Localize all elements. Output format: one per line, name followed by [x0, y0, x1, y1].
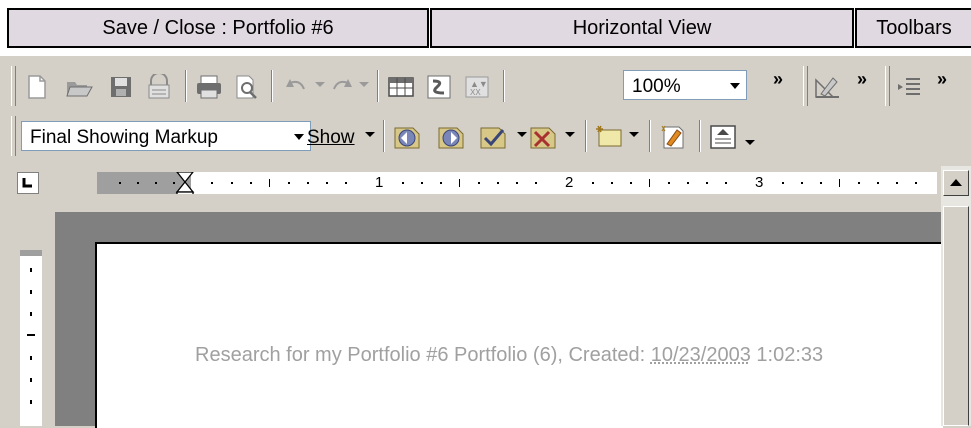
ruler-number: 1: [375, 174, 384, 191]
drawing-icon[interactable]: [813, 73, 841, 101]
accept-change-icon[interactable]: [479, 123, 507, 151]
undo-icon[interactable]: [283, 73, 311, 101]
comment-dropdown-arrow[interactable]: [629, 132, 639, 137]
scrollbar-thumb[interactable]: [943, 206, 969, 426]
permission-icon[interactable]: [145, 73, 173, 101]
previous-change-icon[interactable]: [393, 123, 421, 151]
scroll-up-button[interactable]: [943, 170, 969, 196]
save-close-button[interactable]: Save / Close : Portfolio #6: [7, 8, 429, 48]
header-date[interactable]: 10/23/2003: [651, 344, 751, 366]
document-page[interactable]: Research for my Portfolio #6 Portfolio (…: [95, 242, 943, 428]
show-dropdown-arrow[interactable]: [365, 132, 375, 137]
zoom-dropdown[interactable]: 100%: [623, 70, 747, 100]
ruler-number: 3: [755, 174, 764, 191]
zoom-value: 100%: [632, 76, 681, 97]
accept-dropdown-arrow[interactable]: [517, 132, 527, 137]
reviewing-pane-dropdown-arrow[interactable]: [745, 140, 755, 145]
toolbars-button[interactable]: Toolbars: [855, 8, 971, 48]
vertical-scrollbar[interactable]: [941, 166, 971, 426]
show-hide-icon[interactable]: ▲▼ XX: [463, 73, 491, 101]
next-change-icon[interactable]: [437, 123, 465, 151]
command-bar: Save / Close : Portfolio #6 Horizontal V…: [0, 0, 971, 56]
display-for-review-dropdown[interactable]: Final Showing Markup: [21, 121, 311, 151]
save-disk-icon[interactable]: [107, 73, 135, 101]
redo-icon[interactable]: [327, 73, 355, 101]
toolbar-grip[interactable]: [11, 116, 16, 156]
ruler-band: 1 2 3: [7, 162, 971, 208]
tab-selector[interactable]: [17, 172, 39, 194]
svg-text:XX: XX: [470, 88, 481, 97]
document-header-text[interactable]: Research for my Portfolio #6 Portfolio (…: [195, 344, 823, 367]
ruler-number: 2: [565, 174, 574, 191]
show-menu-button[interactable]: Show: [307, 127, 355, 149]
reject-dropdown-arrow[interactable]: [565, 132, 575, 137]
document-map-icon[interactable]: [425, 73, 453, 101]
new-comment-icon[interactable]: [595, 123, 623, 151]
markup-value: Final Showing Markup: [30, 127, 218, 148]
insert-table-icon[interactable]: [387, 73, 415, 101]
bullets-indent-icon[interactable]: [895, 73, 923, 101]
vertical-ruler[interactable]: [20, 250, 42, 426]
print-icon[interactable]: [195, 73, 223, 101]
new-document-icon[interactable]: [23, 73, 51, 101]
toolbar-options-chevron-3[interactable]: »: [937, 70, 947, 88]
header-text-prefix: Research for my Portfolio #6 Portfolio (…: [195, 344, 651, 366]
document-workspace: Research for my Portfolio #6 Portfolio (…: [55, 212, 943, 428]
header-text-suffix: 1:02:33: [750, 344, 824, 366]
chevron-down-icon[interactable]: [294, 134, 304, 140]
horizontal-ruler[interactable]: 1 2 3: [97, 172, 937, 194]
show-label: Show: [307, 127, 355, 148]
reviewing-pane-icon[interactable]: [709, 123, 737, 151]
toolbar-grip[interactable]: [11, 66, 16, 106]
track-changes-icon[interactable]: [659, 123, 687, 151]
chevron-down-icon[interactable]: [730, 83, 740, 89]
print-preview-icon[interactable]: [233, 73, 261, 101]
reject-change-icon[interactable]: [529, 123, 557, 151]
open-folder-icon[interactable]: [65, 73, 93, 101]
horizontal-view-button[interactable]: Horizontal View: [430, 8, 854, 48]
indent-marker-icon: [175, 172, 195, 193]
toolbar-options-chevron-1[interactable]: »: [773, 70, 783, 88]
standard-toolbar: ▲▼ XX 100% » » »: [7, 60, 971, 112]
reviewing-toolbar: Final Showing Markup Show: [7, 110, 971, 162]
toolbar-options-chevron-2[interactable]: »: [857, 70, 867, 88]
